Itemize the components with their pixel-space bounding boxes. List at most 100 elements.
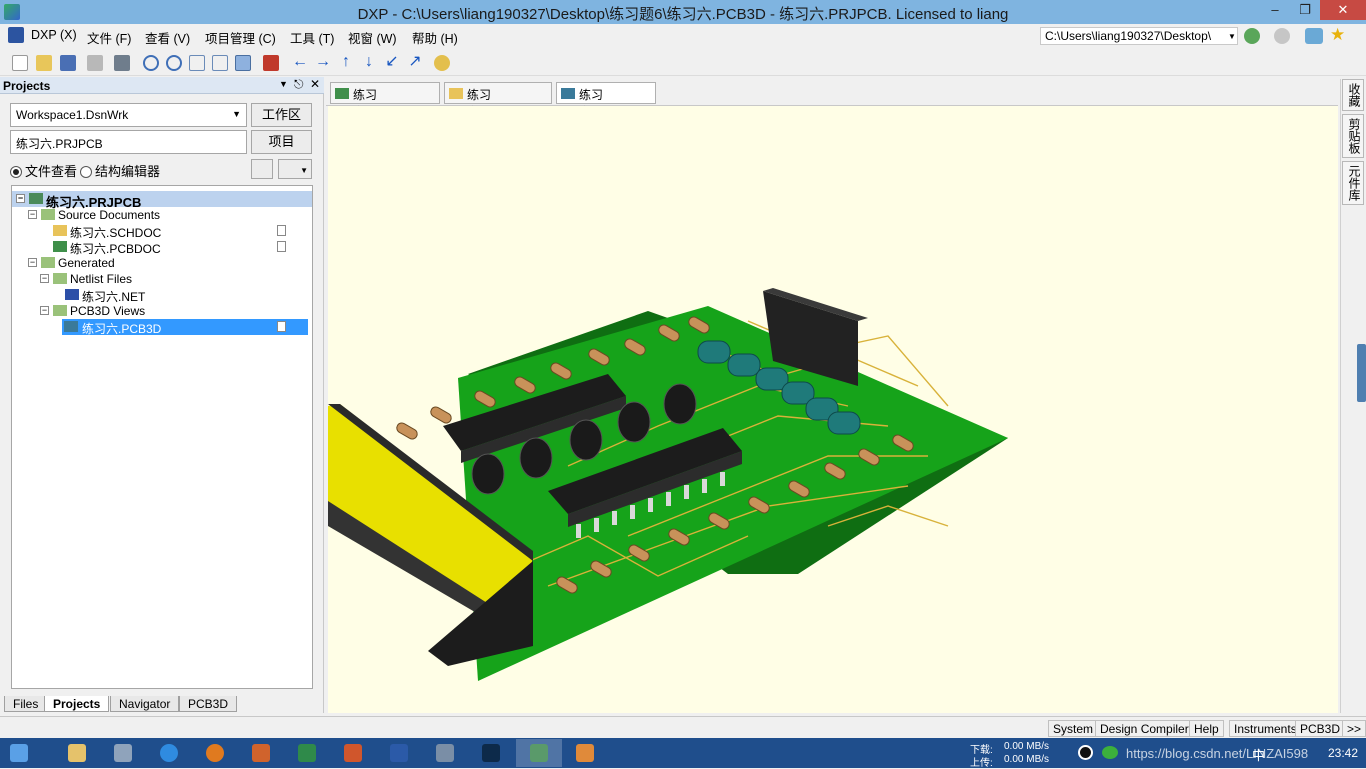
arrow-right-icon[interactable]: → xyxy=(314,53,332,71)
tree-item-source-documents[interactable]: − Source Documents xyxy=(12,207,312,223)
tab-schdoc[interactable]: 练习六.SCHDOC xyxy=(444,82,552,119)
tab-pcb3d-document[interactable]: 练习六.PCB3D xyxy=(556,82,656,119)
tree-item-pcb3d[interactable]: 练习六.PCB3D xyxy=(62,319,308,336)
save-icon[interactable] xyxy=(60,55,76,71)
arrow-up-icon[interactable]: ↑ xyxy=(337,53,355,71)
taskbar-explorer[interactable] xyxy=(54,739,100,767)
tab-files[interactable]: Files xyxy=(4,696,48,712)
back-icon[interactable] xyxy=(1244,28,1260,44)
taskbar-powerpoint[interactable] xyxy=(330,739,376,767)
status-more[interactable]: >> xyxy=(1342,720,1366,737)
arrow-down-left-icon[interactable]: ↙ xyxy=(383,53,401,71)
tab-navigator[interactable]: Navigator xyxy=(110,696,180,712)
ime-indicator[interactable]: 中 xyxy=(1252,745,1265,764)
clock[interactable]: 23:42 xyxy=(1328,746,1358,760)
refresh-icon[interactable] xyxy=(1305,28,1323,44)
tab-libraries[interactable]: 元件库 xyxy=(1342,161,1364,205)
pcb3d-viewport[interactable] xyxy=(328,106,1338,713)
menu-file[interactable]: 文件 (F) xyxy=(87,28,131,47)
address-input[interactable]: C:\Users\liang190327\Desktop\ xyxy=(1040,27,1238,45)
qq-icon[interactable] xyxy=(1078,745,1093,760)
arrow-up-right-icon[interactable]: ↗ xyxy=(406,53,424,71)
radio-file-view[interactable]: 文件查看 xyxy=(10,161,77,180)
menu-window[interactable]: 视窗 (W) xyxy=(348,28,397,47)
menu-view[interactable]: 查看 (V) xyxy=(145,28,190,47)
taskbar-files[interactable] xyxy=(422,739,468,767)
forward-icon[interactable] xyxy=(1274,28,1290,44)
zoom-fit-icon[interactable] xyxy=(189,55,205,71)
wechat-icon[interactable] xyxy=(1102,746,1118,759)
project-field[interactable]: 练习六.PRJPCB xyxy=(10,130,247,154)
status-instruments[interactable]: Instruments xyxy=(1229,720,1302,737)
radio-unchecked-icon xyxy=(80,166,92,178)
tree-item-pcb3d-views[interactable]: − PCB3D Views xyxy=(12,303,312,319)
taskbar-photoshop[interactable] xyxy=(468,739,514,767)
help-tip-icon[interactable] xyxy=(434,55,450,71)
taskbar-word[interactable] xyxy=(376,739,422,767)
print-icon[interactable] xyxy=(87,55,103,71)
favorites-star-icon[interactable]: ★ xyxy=(1330,25,1345,45)
tree-item-netlist-files[interactable]: − Netlist Files xyxy=(12,271,312,287)
taskbar-calculator[interactable] xyxy=(100,739,146,767)
arrow-left-icon[interactable]: ← xyxy=(291,53,309,71)
taskbar-other-app[interactable] xyxy=(562,739,608,767)
menu-project[interactable]: 项目管理 (C) xyxy=(205,28,276,47)
tree-item-net[interactable]: 练习六.NET xyxy=(12,287,312,304)
schematic-file-icon xyxy=(449,88,463,99)
layers-icon[interactable] xyxy=(114,55,130,71)
address-dropdown-icon[interactable]: ▼ xyxy=(1228,32,1236,41)
tab-favorites[interactable]: 收藏 xyxy=(1342,79,1364,111)
zoom-out-icon[interactable] xyxy=(166,55,182,71)
taskbar-ie[interactable] xyxy=(146,739,192,767)
taskbar-slides[interactable] xyxy=(238,739,284,767)
taskbar-firefox[interactable] xyxy=(192,739,238,767)
tree-item-generated[interactable]: − Generated xyxy=(12,255,312,271)
minimize-button[interactable]: – xyxy=(1260,0,1290,20)
panel-close-icon[interactable]: ✕ xyxy=(310,77,320,91)
tab-pcb3d[interactable]: PCB3D xyxy=(179,696,238,712)
collapse-icon[interactable]: − xyxy=(40,274,49,283)
collapse-icon[interactable]: − xyxy=(16,194,25,203)
start-button[interactable] xyxy=(0,739,40,767)
collapse-icon[interactable]: − xyxy=(40,306,49,315)
radio-structure-editor[interactable]: 结构编辑器 xyxy=(80,161,160,180)
compile-icon[interactable] xyxy=(251,159,273,179)
status-pcb3d[interactable]: PCB3D xyxy=(1295,720,1346,737)
zoom-area-icon[interactable] xyxy=(212,55,228,71)
tree-item-pcbdoc[interactable]: 练习六.PCBDOC xyxy=(12,239,312,256)
status-system[interactable]: System xyxy=(1048,720,1099,737)
tab-pcbdoc[interactable]: 练习六.PCBDOC xyxy=(330,82,440,119)
panel-menu-icon[interactable]: ▼ xyxy=(279,79,288,89)
tree-item-project[interactable]: − 练习六.PRJPCB xyxy=(12,191,312,210)
collapse-icon[interactable]: − xyxy=(28,258,37,267)
arrow-down-icon[interactable]: ↓ xyxy=(360,53,378,71)
project-button[interactable]: 项目 xyxy=(251,130,312,154)
collapse-icon[interactable]: − xyxy=(28,210,37,219)
workspace-button[interactable]: 工作区 xyxy=(251,103,312,127)
view-icon[interactable] xyxy=(235,55,251,71)
status-design-compiler[interactable]: Design Compiler xyxy=(1095,720,1194,737)
tab-clipboard[interactable]: 剪贴板 xyxy=(1342,114,1364,158)
maximize-button[interactable]: ❐ xyxy=(1290,0,1320,20)
tab-projects[interactable]: Projects xyxy=(44,696,110,712)
taskbar-excel[interactable] xyxy=(284,739,330,767)
menu-dxp[interactable]: DXP (X) xyxy=(31,28,77,42)
workspace-select[interactable]: Workspace1.DsnWrk ▼ xyxy=(10,103,247,127)
menu-help[interactable]: 帮助 (H) xyxy=(412,28,458,47)
radio-structure-label: 结构编辑器 xyxy=(95,164,161,179)
folder-icon xyxy=(53,273,67,284)
scrollbar-handle[interactable] xyxy=(1357,344,1366,402)
project-options-icon[interactable]: ▼ xyxy=(278,159,312,179)
files-icon xyxy=(436,744,454,762)
folder-icon xyxy=(41,257,55,268)
tree-item-schdoc[interactable]: 练习六.SCHDOC xyxy=(12,223,312,240)
zoom-in-icon[interactable] xyxy=(143,55,159,71)
toggle-icon[interactable] xyxy=(263,55,279,71)
status-help[interactable]: Help xyxy=(1189,720,1224,737)
menu-tools[interactable]: 工具 (T) xyxy=(290,28,334,47)
new-file-icon[interactable] xyxy=(12,55,28,71)
taskbar-dxp[interactable] xyxy=(516,739,562,767)
open-folder-icon[interactable] xyxy=(36,55,52,71)
close-button[interactable]: ✕ xyxy=(1320,0,1366,20)
panel-pin-icon[interactable]: ⎋ xyxy=(294,77,304,92)
